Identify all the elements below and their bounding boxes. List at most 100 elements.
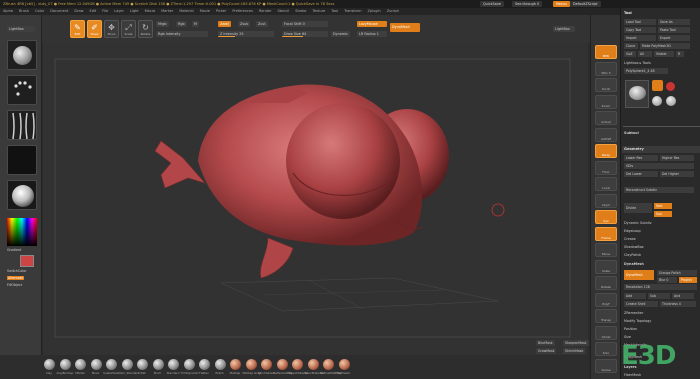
higher-res-button[interactable]: Higher Res [660, 155, 694, 161]
menu-item[interactable]: Layer [114, 9, 124, 13]
right-shelf-button[interactable]: Scale [595, 259, 617, 274]
color-picker[interactable] [7, 218, 37, 246]
position-section[interactable]: Position [624, 326, 637, 332]
brush-slot[interactable] [59, 359, 71, 370]
clone-button[interactable]: Clone [624, 43, 638, 49]
claypolish-section[interactable]: ClayPolish [624, 252, 641, 258]
right-shelf-button[interactable]: Floor [595, 160, 617, 175]
menu-item[interactable]: Draw [74, 9, 83, 13]
brush-slot[interactable] [137, 359, 148, 370]
fillobject-button[interactable]: FillObject [7, 283, 22, 287]
mrgb-button[interactable]: Mrgb [156, 21, 169, 27]
brush-slot[interactable] [214, 359, 226, 370]
tool-thumb-red[interactable] [666, 82, 675, 91]
zremesher-section[interactable]: ZRemesher [624, 310, 643, 316]
brush-slot[interactable] [292, 359, 303, 370]
menu-item[interactable]: Material [179, 9, 193, 13]
brush-slot[interactable] [230, 359, 241, 370]
alpha-thumbnail[interactable] [7, 110, 37, 140]
export-button[interactable]: Export [658, 35, 690, 41]
menu-item[interactable]: Movie [200, 9, 210, 13]
menu-item[interactable]: Color [35, 9, 44, 13]
divide-button[interactable]: Divide [624, 203, 652, 213]
brush-slot[interactable] [245, 359, 257, 370]
brush-slot[interactable] [338, 359, 350, 370]
draw-button[interactable]: ✐ Draw [87, 20, 102, 38]
brush-slot[interactable] [90, 359, 102, 370]
right-shelf-button[interactable]: Actual [595, 111, 617, 125]
add-button[interactable]: Add [624, 293, 646, 299]
brush-slot[interactable] [44, 359, 55, 370]
focal-shift-slider[interactable]: Focal Shift 0 [282, 21, 328, 27]
right-shelf-button[interactable]: Solo [595, 342, 617, 356]
shrinkmask-button[interactable]: ShrinkMask [563, 348, 586, 354]
brush-slot[interactable] [152, 359, 164, 370]
thickness-slider[interactable]: Thickness 4 [660, 301, 696, 307]
subtool-section[interactable]: Subtool [624, 130, 639, 136]
shadowbox-section[interactable]: ShadowBox [624, 244, 644, 250]
lower-res-button[interactable]: Lower Res [624, 155, 658, 161]
alternate-button[interactable]: Alternate [7, 276, 25, 280]
right-shelf-button[interactable]: Zoom [595, 94, 617, 109]
lazy-radius-slider[interactable]: LR Radius 1 [357, 31, 387, 37]
menu-item[interactable]: Marker [161, 9, 173, 13]
save-as-button[interactable]: Save As [658, 19, 690, 25]
visible-button[interactable]: Visible [654, 51, 674, 57]
rotate-button[interactable]: ↻ Rotate [138, 20, 153, 38]
default-zscript-button[interactable]: DefaultZScript [570, 1, 601, 7]
menu-item[interactable]: Transform [344, 9, 361, 13]
reconstruct-subdiv-button[interactable]: Reconstruct Subdiv [624, 187, 694, 193]
brush-slot[interactable] [276, 359, 288, 370]
menu-item[interactable]: Alpha [3, 9, 13, 13]
brush-slot[interactable] [261, 359, 272, 370]
viewport[interactable] [43, 43, 588, 355]
rgb-button[interactable]: Rgb [176, 21, 187, 27]
blur-slider[interactable]: Blur 0 [657, 277, 677, 283]
right-shelf-button[interactable]: SPix 3 [595, 61, 617, 76]
menu-item[interactable]: Brush [19, 9, 29, 13]
paste-tool-button[interactable]: Paste Tool [658, 27, 690, 33]
menu-item[interactable]: Stroke [295, 9, 306, 13]
del-higher-button[interactable]: Del Higher [660, 171, 694, 177]
dynamic-subdiv-section[interactable]: Dynamic Subdiv [624, 220, 652, 226]
right-shelf-button[interactable]: Ghost [595, 325, 617, 340]
right-shelf-button[interactable]: PolyF [595, 292, 617, 307]
tool-thumb-sphere2[interactable] [666, 96, 676, 106]
brush-slot[interactable] [106, 359, 117, 370]
sub-button[interactable]: Sub [648, 293, 670, 299]
dynamic-button[interactable]: Dynamic [331, 31, 350, 37]
move-button[interactable]: ✥ Move [104, 20, 119, 38]
brush-thumbnail[interactable] [7, 40, 37, 70]
goz-button[interactable]: GoZ [624, 51, 636, 57]
import-button[interactable]: Import [624, 35, 656, 41]
menu-item[interactable]: Zplugin [367, 9, 380, 13]
tool-thumb-main[interactable] [625, 80, 649, 108]
texture-thumbnail[interactable] [7, 145, 37, 175]
stroke-thumbnail[interactable] [7, 75, 37, 105]
menu-item[interactable]: Zscript [387, 9, 399, 13]
brush-slot[interactable] [121, 359, 133, 370]
right-shelf-button[interactable]: Move [595, 243, 617, 257]
growmask-button[interactable]: GrowMask [536, 348, 557, 354]
menu-item[interactable]: Edit [90, 9, 97, 13]
all-button[interactable]: All [638, 51, 652, 57]
groups-polish-buttons[interactable]: Groups Polish [657, 270, 697, 276]
brush-slot[interactable] [183, 359, 195, 370]
lightbox-button[interactable]: LightBox [7, 26, 35, 32]
r-button[interactable]: R [676, 51, 684, 57]
brush-slot[interactable] [323, 359, 334, 370]
geometry-section[interactable]: Geometry [622, 146, 700, 153]
right-shelf-button[interactable]: Xpose [595, 358, 617, 373]
edgeloop-section[interactable]: EdgeLoop [624, 228, 641, 234]
menu-item[interactable]: Preferences [232, 9, 253, 13]
lightbox-shelf-button[interactable]: LightBox [553, 26, 575, 32]
lazymouse-button[interactable]: LazyMouse [357, 21, 387, 27]
zsub-button[interactable]: Zsub [238, 21, 251, 27]
sharpenmask-button[interactable]: SharpenMask [563, 340, 589, 346]
tool-thumb-sphere1[interactable] [652, 96, 662, 106]
crease-section[interactable]: Crease [624, 236, 636, 242]
right-shelf-button[interactable]: Scroll [595, 78, 617, 92]
load-tool-button[interactable]: Load Tool [624, 19, 656, 25]
menu-item[interactable]: Tool [331, 9, 338, 13]
menus-button[interactable]: Menus [553, 1, 571, 7]
